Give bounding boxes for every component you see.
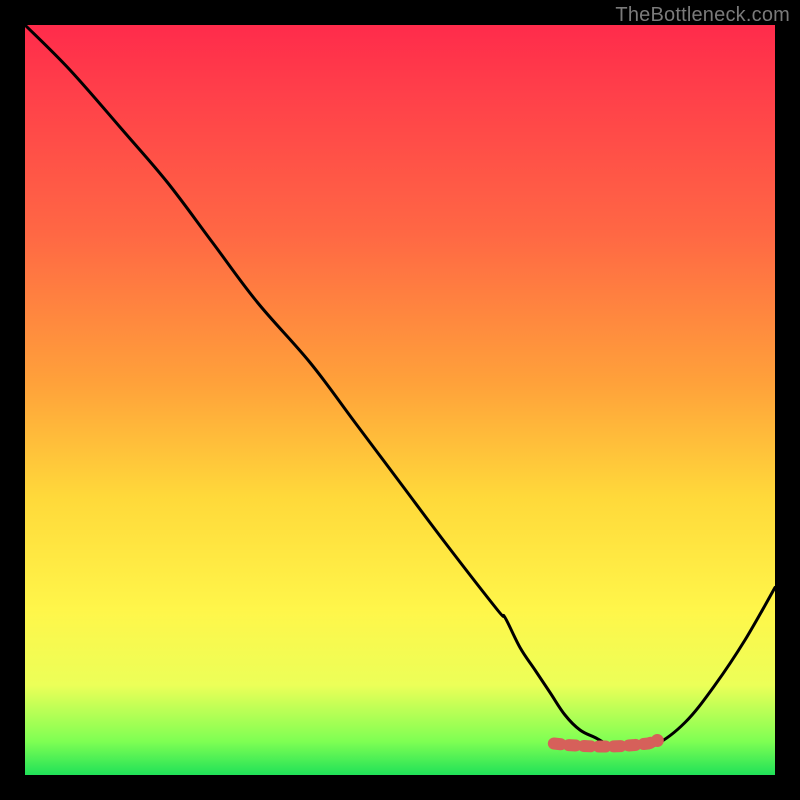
- curve-svg: [25, 25, 775, 775]
- flat-valley-end-dot: [651, 734, 664, 747]
- chart-frame: TheBottleneck.com: [0, 0, 800, 800]
- attribution-text: TheBottleneck.com: [615, 4, 790, 27]
- flat-valley-highlight: [554, 741, 658, 747]
- plot-area: [25, 25, 775, 775]
- bottleneck-curve: [25, 25, 775, 747]
